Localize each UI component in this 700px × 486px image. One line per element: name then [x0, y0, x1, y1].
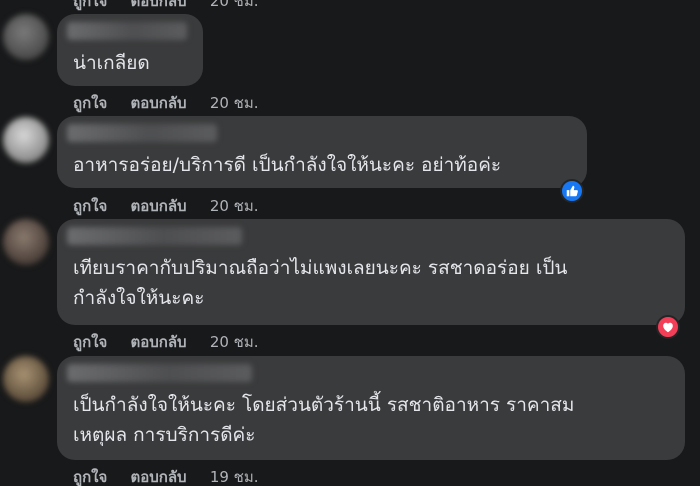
comment-time: 19 ชม.	[209, 468, 259, 486]
comment-text: เป็นกำลังใจให้นะคะ โดยส่วนตัวร้านนี้ รสช…	[73, 394, 575, 446]
comment-feed: ถูกใจ ตอบกลับ 20 ชม. น่าเกลียด ถูกใจ ตอบ…	[0, 0, 700, 486]
like-link[interactable]: ถูกใจ	[73, 468, 107, 486]
comment-time: 20 ชม.	[209, 0, 259, 10]
comment-actions: ถูกใจ ตอบกลับ 19 ชม.	[73, 465, 259, 486]
reply-link[interactable]: ตอบกลับ	[131, 333, 187, 351]
like-reaction-icon[interactable]	[560, 179, 584, 203]
comment-time: 20 ชม.	[209, 94, 259, 112]
avatar[interactable]	[3, 356, 49, 402]
comment-actions: ถูกใจ ตอบกลับ 20 ชม.	[73, 91, 259, 115]
reply-link[interactable]: ตอบกลับ	[131, 94, 187, 112]
heart-icon	[663, 322, 673, 333]
commenter-name-blurred[interactable]	[67, 364, 252, 382]
reply-link[interactable]: ตอบกลับ	[131, 197, 187, 215]
comment-actions-partial: ถูกใจ ตอบกลับ 20 ชม.	[73, 0, 259, 13]
love-reaction-icon[interactable]	[656, 315, 680, 339]
like-link[interactable]: ถูกใจ	[73, 94, 107, 112]
comment-text: เทียบราคากับปริมาณถือว่าไม่แพงเลยนะคะ รส…	[73, 257, 568, 309]
comment-text: น่าเกลียด	[73, 52, 150, 74]
thumbs-up-icon	[566, 185, 578, 197]
like-link[interactable]: ถูกใจ	[73, 333, 107, 351]
comment-time: 20 ชม.	[209, 333, 259, 351]
reply-link[interactable]: ตอบกลับ	[131, 468, 187, 486]
like-link[interactable]: ถูกใจ	[73, 0, 107, 10]
avatar[interactable]	[3, 117, 49, 163]
comment-actions: ถูกใจ ตอบกลับ 20 ชม.	[73, 330, 259, 354]
comment-bubble: เทียบราคากับปริมาณถือว่าไม่แพงเลยนะคะ รส…	[57, 219, 685, 325]
commenter-name-blurred[interactable]	[67, 124, 217, 142]
avatar[interactable]	[3, 14, 49, 60]
reply-link[interactable]: ตอบกลับ	[131, 0, 187, 10]
comment-text: อาหารอร่อย/บริการดี เป็นกำลังใจให้นะคะ อ…	[73, 154, 502, 176]
comment-bubble: น่าเกลียด	[57, 14, 203, 86]
like-link[interactable]: ถูกใจ	[73, 197, 107, 215]
comment-time: 20 ชม.	[209, 197, 259, 215]
commenter-name-blurred[interactable]	[67, 227, 242, 245]
comment-actions: ถูกใจ ตอบกลับ 20 ชม.	[73, 194, 259, 218]
comment-bubble: เป็นกำลังใจให้นะคะ โดยส่วนตัวร้านนี้ รสช…	[57, 356, 685, 460]
commenter-name-blurred[interactable]	[67, 22, 187, 40]
comment-bubble: อาหารอร่อย/บริการดี เป็นกำลังใจให้นะคะ อ…	[57, 116, 587, 188]
avatar[interactable]	[3, 219, 49, 265]
